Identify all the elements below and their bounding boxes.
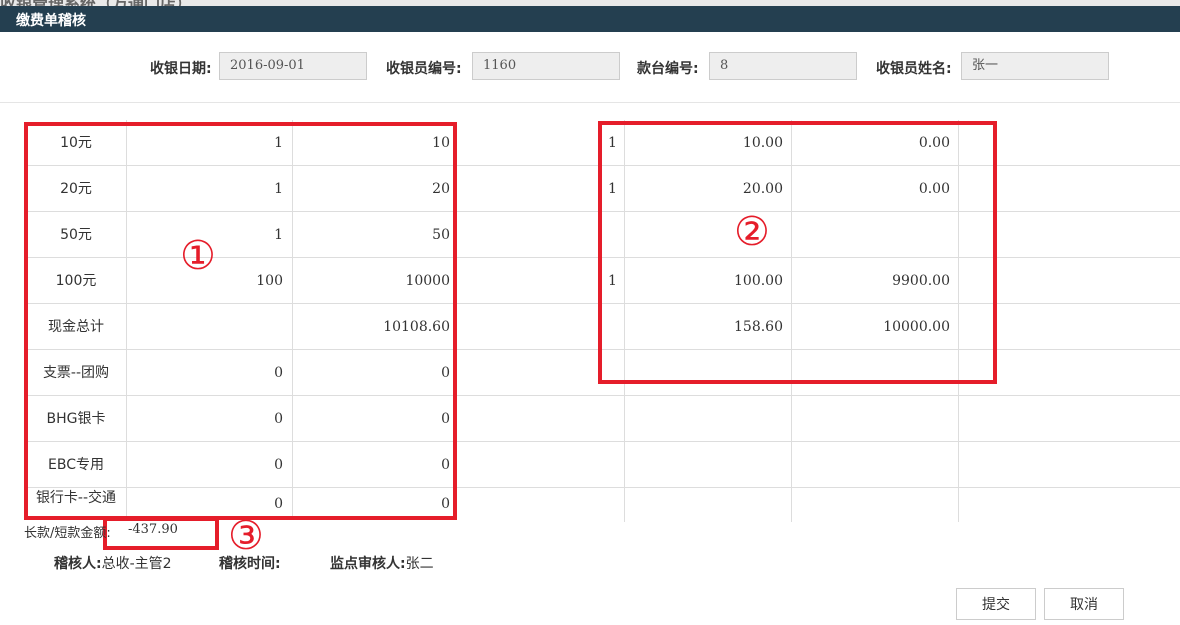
- date-field[interactable]: 2016-09-01: [219, 52, 367, 80]
- auditor-label: 稽核人:: [54, 556, 102, 572]
- date-label: 收银日期:: [150, 61, 212, 77]
- dialog-title: 缴费单稽核: [16, 13, 86, 29]
- annotation-box-1: [24, 122, 457, 520]
- auditor-info: 稽核人:总收-主管2: [54, 553, 172, 573]
- balance-label: 长款/短款金额:: [24, 526, 111, 541]
- header-divider: [0, 102, 1180, 103]
- auditor-value: 总收-主管2: [101, 556, 172, 572]
- cashier-id-label: 收银员编号:: [386, 61, 462, 77]
- cashier-name-field[interactable]: 张一: [961, 52, 1109, 80]
- audit-time-label: 稽核时间:: [219, 556, 281, 572]
- cancel-button[interactable]: 取消: [1044, 588, 1124, 620]
- cashier-id-field[interactable]: 1160: [472, 52, 620, 80]
- submit-button[interactable]: 提交: [956, 588, 1036, 620]
- annotation-number-1: ①: [180, 233, 216, 279]
- counter-field[interactable]: 8: [709, 52, 857, 80]
- reviewer-value: 张二: [405, 556, 434, 572]
- reviewer-label: 监点审核人:: [330, 556, 406, 572]
- counter-label: 款台编号:: [637, 61, 699, 77]
- dialog-titlebar: 缴费单稽核: [0, 6, 1180, 32]
- reviewer-info: 监点审核人:张二: [330, 553, 434, 573]
- balance-value: -437.90: [128, 522, 178, 537]
- cashier-name-label: 收银员姓名:: [876, 61, 952, 77]
- annotation-number-2: ②: [734, 209, 770, 255]
- annotation-number-3: ③: [228, 513, 264, 559]
- annotation-box-2: [598, 121, 997, 384]
- audit-time-info: 稽核时间:: [219, 553, 281, 573]
